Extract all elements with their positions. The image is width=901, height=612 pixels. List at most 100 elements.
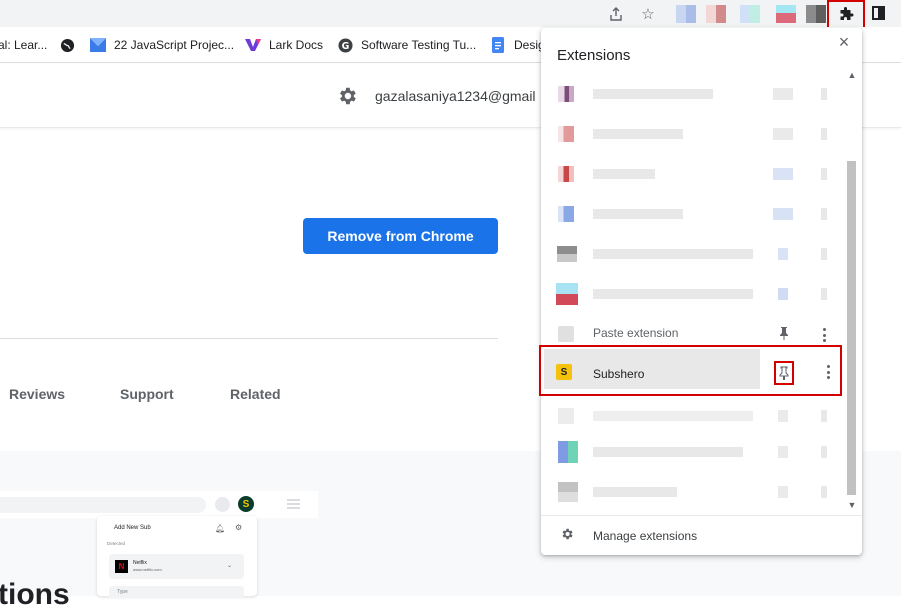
remove-from-chrome-button[interactable]: Remove from Chrome [303,218,498,254]
more-icon[interactable] [821,486,827,498]
lark-icon [245,37,261,53]
chevron-down-icon: ⌄ [227,563,233,569]
more-icon[interactable] [821,208,827,220]
pin-icon[interactable] [778,446,788,458]
gear-icon: ⚙ [235,523,243,532]
extension-icon [556,283,578,305]
extension-name-blurred [593,169,655,179]
address-bar[interactable] [0,2,668,26]
manage-extensions-row[interactable]: Manage extensions [541,515,862,555]
bookmark-item[interactable]: Lark Docs [245,36,323,54]
side-panel-icon[interactable] [872,6,885,20]
pin-icon[interactable] [778,486,788,498]
more-icon[interactable] [821,128,827,140]
pin-icon[interactable] [778,410,788,422]
extension-icon [558,206,574,222]
pinned-extension-icon[interactable] [740,5,760,23]
more-vert-icon[interactable] [823,364,833,380]
bookmark-star-icon[interactable]: ☆ [639,5,657,23]
settings-gear-icon[interactable] [336,85,358,107]
extension-row[interactable] [541,154,844,194]
extension-row-subshero[interactable]: S Subshero [539,345,842,396]
extension-row[interactable] [541,432,844,472]
scroll-up-icon[interactable]: ▲ [847,70,857,80]
pin-icon[interactable] [778,288,788,300]
preview-detected-label: Detected [107,541,126,546]
tab-support[interactable]: Support [120,386,174,402]
tab-reviews[interactable]: Reviews [9,386,65,402]
scroll-down-icon[interactable]: ▼ [847,500,857,510]
browser-toolbar: ☆ [0,0,901,29]
extension-row[interactable] [541,114,844,154]
more-icon[interactable] [821,168,827,180]
g-logo-icon: G [337,37,353,53]
preview-service-name: Netflix [133,560,147,566]
pin-icon[interactable] [778,248,788,260]
netflix-icon: N [115,560,128,573]
manage-extensions-label: Manage extensions [593,529,698,543]
extension-icon [558,86,574,102]
more-icon[interactable] [821,288,827,300]
extension-row[interactable] [541,194,844,234]
m-logo-icon [90,37,106,53]
popup-title: Extensions [557,47,631,64]
globe-icon [59,37,75,53]
gear-icon [560,527,574,545]
extension-name-blurred [593,289,753,299]
pinned-extension-icon[interactable] [706,5,726,23]
preview-subshero-icon: S [238,496,254,512]
bookmark-label: Lark Docs [269,38,324,52]
close-icon[interactable]: × [837,33,851,51]
extension-icon [557,246,577,262]
extension-row[interactable] [541,274,844,314]
preview-search-bar [0,497,206,513]
tab-related[interactable]: Related [230,386,281,402]
extension-row[interactable] [541,396,844,436]
pinned-extension-icon[interactable] [806,5,826,23]
extension-name-blurred [593,411,753,421]
pin-icon[interactable] [778,326,790,342]
extension-name-blurred [593,209,683,219]
section-heading: tions [0,578,70,611]
subshero-icon: S [556,364,572,380]
bookmark-item[interactable]: al: Lear... [0,36,47,54]
extension-name-blurred [593,129,683,139]
pin-icon[interactable] [773,208,793,220]
more-icon[interactable] [821,410,827,422]
preview-menu-icon [287,499,300,509]
docs-icon [490,37,506,53]
more-vert-icon[interactable] [819,327,829,343]
preview-card-title: Add New Sub [114,525,151,531]
extension-row[interactable] [541,472,844,512]
bookmark-label: 22 JavaScript Projec... [114,38,235,52]
pin-icon[interactable] [773,88,793,100]
more-icon[interactable] [821,88,827,100]
extension-icon [558,408,574,424]
row-hover-background [544,349,760,389]
bookmark-item[interactable]: Desig [490,36,545,54]
pin-icon[interactable] [774,361,794,385]
more-icon[interactable] [821,446,827,458]
account-email[interactable]: gazalasaniya1234@gmail [375,88,536,104]
extension-row[interactable] [541,234,844,274]
extension-name: Subshero [593,367,645,381]
pin-icon[interactable] [773,168,793,180]
extension-name-blurred [593,249,753,259]
bookmark-label: al: Lear... [0,38,48,52]
bookmark-item[interactable]: G Software Testing Tu... [337,36,476,54]
preview-service-row: N Netflix www.netflix.com ⌄ [109,554,244,579]
extension-name-blurred [593,447,743,457]
bookmark-item[interactable] [59,36,83,54]
extensions-puzzle-icon[interactable] [827,0,865,29]
scrollbar-thumb[interactable] [847,161,856,495]
pin-icon[interactable] [773,128,793,140]
pinned-extension-icon[interactable] [676,5,696,23]
extension-row[interactable] [541,74,844,114]
pinned-extension-icon[interactable] [776,5,796,23]
bookmark-item[interactable]: 22 JavaScript Projec... [90,36,234,54]
share-icon[interactable] [607,5,625,23]
preview-type-field: Type [109,586,244,598]
extension-name-blurred [593,89,713,99]
extension-icon [558,126,574,142]
more-icon[interactable] [821,248,827,260]
